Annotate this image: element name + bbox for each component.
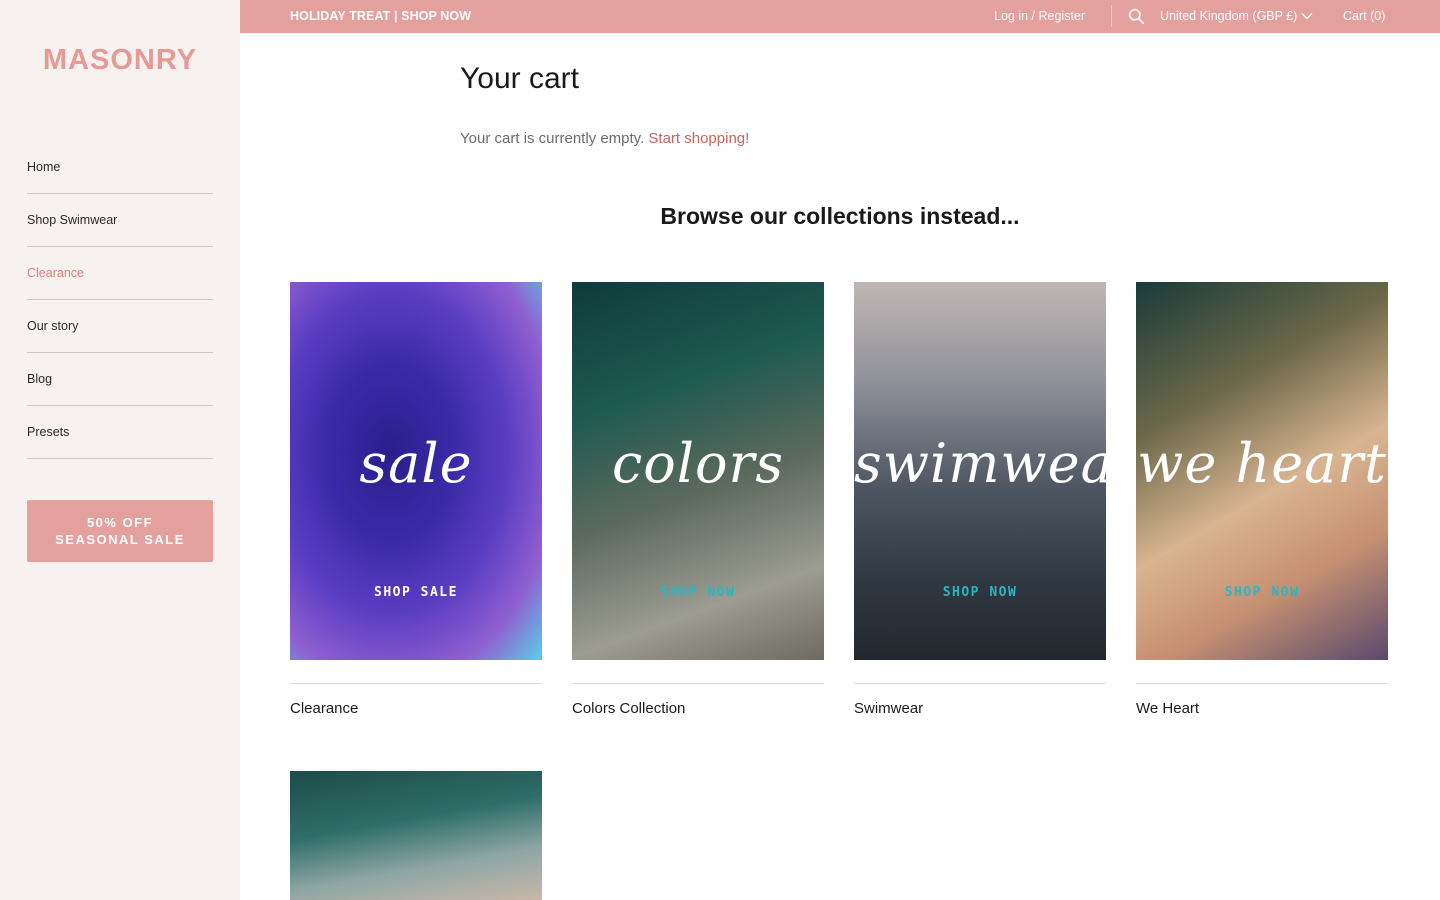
login-link[interactable]: Log in [994, 9, 1028, 23]
collection-card-clearance[interactable]: sale SHOP SALE Clearance [290, 282, 542, 717]
seasonal-sale-button[interactable]: 50% OFF SEASONAL SALE [27, 500, 213, 562]
chevron-down-icon [1301, 12, 1313, 20]
country-label: United Kingdom (GBP £) [1160, 9, 1298, 23]
collection-title[interactable]: Colors Collection [572, 700, 824, 717]
sale-button-line1: 50% OFF [86, 515, 154, 530]
sidebar-item-our-story[interactable]: Our story [27, 300, 213, 353]
shop-now-cta[interactable]: SHOP NOW [1136, 585, 1388, 600]
collection-title[interactable]: Clearance [290, 700, 542, 717]
sidebar: MASONRY Home Shop Swimwear Clearance Our… [0, 0, 240, 900]
account-links: Log in / Register [994, 9, 1085, 23]
sidebar-item-blog[interactable]: Blog [27, 353, 213, 406]
collection-image[interactable]: colors SHOP NOW [572, 282, 824, 660]
cart-link[interactable]: Cart (0) [1343, 9, 1385, 23]
collection-script-title: swimwear [854, 432, 1106, 495]
sidebar-item-presets[interactable]: Presets [27, 406, 213, 459]
page-title: Your cart [460, 62, 579, 95]
card-divider [1136, 683, 1388, 684]
collection-card-fifth[interactable] [290, 771, 542, 900]
empty-cart-message: Your cart is currently empty. Start shop… [460, 130, 749, 147]
collection-image[interactable]: sale SHOP SALE [290, 282, 542, 660]
collection-script-title: colors [611, 432, 785, 495]
sale-button-line2: SEASONAL SALE [55, 532, 185, 547]
browse-collections-heading: Browse our collections instead... [660, 203, 1020, 229]
collection-card-colors[interactable]: colors SHOP NOW Colors Collection [572, 282, 824, 717]
collection-script-title: sale [359, 432, 473, 495]
sidebar-item-clearance[interactable]: Clearance [27, 247, 213, 300]
collection-script-title: we heart [1137, 432, 1387, 495]
collection-image[interactable] [290, 771, 542, 900]
start-shopping-link[interactable]: Start shopping! [648, 130, 749, 147]
card-divider [290, 683, 542, 684]
login-separator: / [1028, 9, 1039, 23]
card-divider [854, 683, 1106, 684]
collection-card-we-heart[interactable]: we heart SHOP NOW We Heart [1136, 282, 1388, 717]
sidebar-nav: Home Shop Swimwear Clearance Our story B… [27, 141, 213, 459]
country-selector[interactable]: United Kingdom (GBP £) [1160, 9, 1313, 23]
shop-now-cta[interactable]: SHOP NOW [854, 585, 1106, 600]
collection-title[interactable]: Swimwear [854, 700, 1106, 717]
register-link[interactable]: Register [1038, 9, 1085, 23]
promo-link[interactable]: HOLIDAY TREAT | SHOP NOW [290, 9, 471, 23]
collection-image[interactable]: swimwear SHOP NOW [854, 282, 1106, 660]
search-icon[interactable] [1128, 8, 1145, 25]
sidebar-item-shop-swimwear[interactable]: Shop Swimwear [27, 194, 213, 247]
shop-now-cta[interactable]: SHOP NOW [572, 585, 824, 600]
topbar-divider [1111, 5, 1112, 27]
shop-sale-cta[interactable]: SHOP SALE [290, 585, 542, 600]
collection-image[interactable]: we heart SHOP NOW [1136, 282, 1388, 660]
collection-card-swimwear[interactable]: swimwear SHOP NOW Swimwear [854, 282, 1106, 717]
store-logo[interactable]: MASONRY [0, 44, 240, 77]
empty-cart-text: Your cart is currently empty. [460, 130, 645, 147]
sidebar-item-home[interactable]: Home [27, 141, 213, 194]
collection-title[interactable]: We Heart [1136, 700, 1388, 717]
card-divider [572, 683, 824, 684]
announcement-bar: HOLIDAY TREAT | SHOP NOW Log in / Regist… [240, 0, 1440, 33]
